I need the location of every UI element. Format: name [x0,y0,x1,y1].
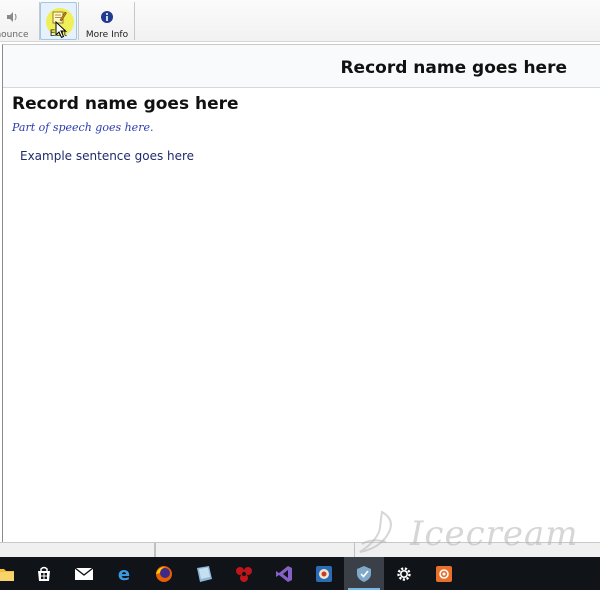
settings-icon[interactable] [384,557,424,590]
info-icon [98,8,116,26]
recorder-icon[interactable] [424,557,464,590]
record-header: Record name goes here [3,45,600,88]
part-of-speech: Part of speech goes here. [12,121,154,134]
announce-label: nounce [0,30,29,40]
more-info-label: More Info [85,30,129,40]
visual-studio-icon[interactable] [264,557,304,590]
file-explorer-icon[interactable] [0,557,26,590]
app-shield-icon[interactable] [344,557,384,590]
edit-button[interactable]: Edit [40,2,77,40]
status-segment [155,543,355,557]
store-icon[interactable] [24,557,64,590]
edge-icon[interactable]: e [104,557,144,590]
mouse-cursor-icon [55,21,67,39]
files-icon[interactable] [184,557,224,590]
paint-icon[interactable] [304,557,344,590]
svg-text:e: e [118,564,130,584]
taskbar: e [0,557,600,590]
more-info-button[interactable]: More Info [80,2,134,40]
mail-icon[interactable] [64,557,104,590]
record-view: Record name goes here Record name goes h… [2,44,600,542]
header-title: Record name goes here [340,58,567,78]
toolbar-separator [134,2,135,40]
toolbar: nounce Edit More Info [0,0,600,42]
record-name: Record name goes here [12,94,239,114]
status-bar [0,542,600,557]
speaker-icon [3,8,21,26]
example-sentence: Example sentence goes here [20,149,195,163]
network-icon[interactable] [224,557,264,590]
firefox-icon[interactable] [144,557,184,590]
announce-button[interactable]: nounce [0,2,38,40]
toolbar-separator [78,2,79,40]
status-segment [0,543,155,557]
